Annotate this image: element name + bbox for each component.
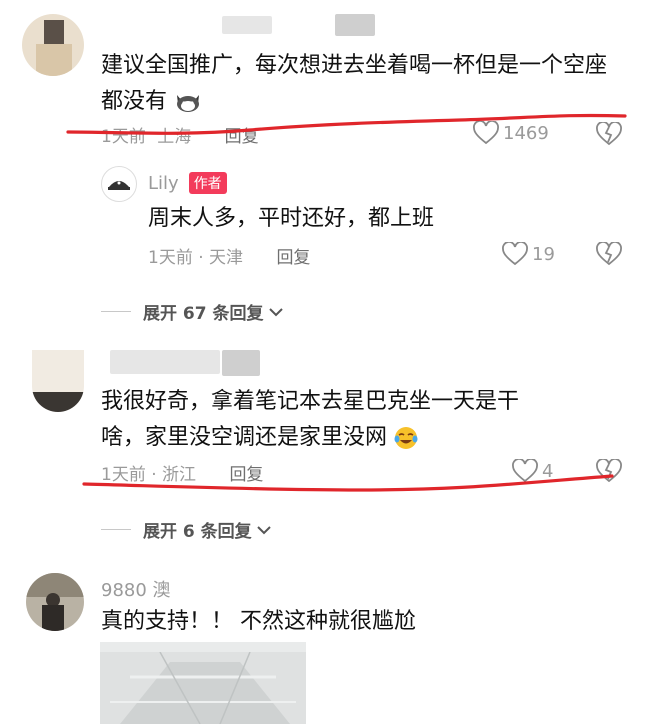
author-avatar[interactable] — [101, 166, 137, 202]
like-button[interactable]: 19 — [502, 242, 555, 266]
username[interactable]: 9880 澳 — [101, 576, 171, 602]
author-name[interactable]: Lily — [148, 173, 179, 194]
username-blurred[interactable] — [110, 350, 220, 374]
reply-button[interactable]: 回复 — [276, 248, 310, 268]
username-blurred[interactable] — [335, 14, 375, 36]
avatar[interactable] — [32, 350, 84, 412]
chevron-down-icon — [256, 524, 272, 536]
comment-text: 我很好奇，拿着笔记本去星巴克坐一天是干 啥，家里没空调还是家里没网 — [101, 389, 520, 450]
dislike-icon[interactable] — [596, 242, 622, 266]
heart-icon — [502, 242, 528, 266]
reply-text: 周末人多，平时还好，都上班 — [148, 206, 435, 231]
like-count: 19 — [532, 243, 555, 265]
avatar[interactable] — [26, 573, 84, 631]
chevron-down-icon — [268, 306, 284, 318]
username-blurred[interactable] — [222, 350, 260, 376]
laughing-crying-emoji — [394, 426, 418, 450]
avatar[interactable] — [22, 14, 84, 76]
divider-line — [101, 311, 131, 312]
author-badge: 作者 — [188, 172, 227, 194]
reply-meta: 1天前 · 天津 回复 — [148, 248, 311, 268]
divider-line — [101, 529, 131, 530]
red-annotation-underline — [66, 113, 627, 135]
comment-image[interactable] — [100, 642, 306, 724]
username-blurred[interactable] — [222, 16, 272, 34]
comment-text: 真的支持！！ 不然这种就很尴尬 — [101, 609, 416, 634]
expand-replies-button[interactable]: 展开 6 条回复 — [101, 517, 272, 542]
author-row: Lily 作者 — [148, 172, 227, 194]
expand-replies-button[interactable]: 展开 67 条回复 — [101, 299, 284, 324]
red-annotation-underline — [82, 474, 614, 492]
